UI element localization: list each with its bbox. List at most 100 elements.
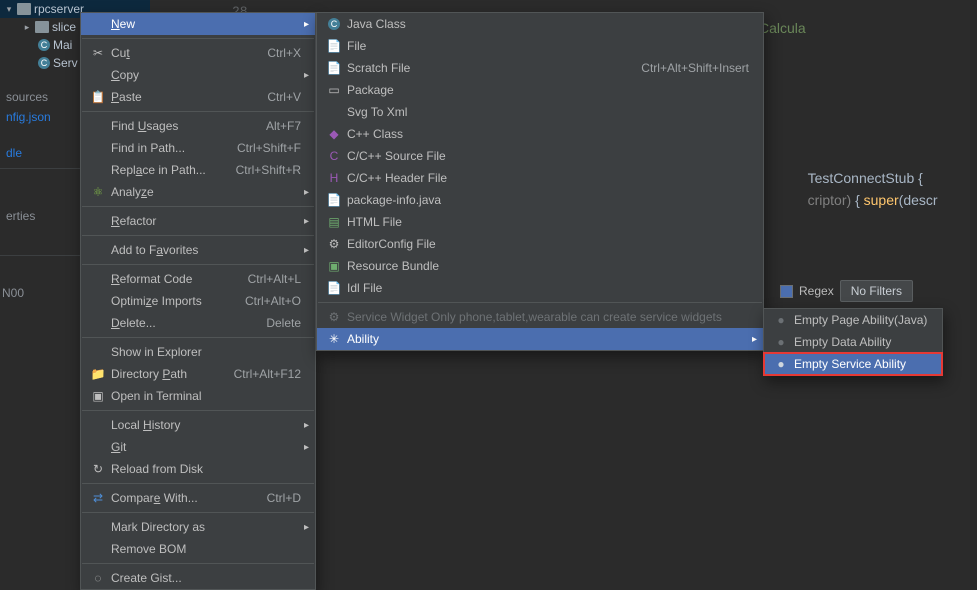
menu-local-history[interactable]: Local History ▸: [81, 414, 315, 436]
menu-label: New: [107, 17, 301, 31]
menu-label: Mark Directory as: [107, 520, 301, 534]
regex-checkbox[interactable]: [780, 285, 793, 298]
new-file[interactable]: 📄 File: [317, 35, 763, 57]
menu-analyze[interactable]: ⚛ Analyze ▸: [81, 181, 315, 203]
chevron-right-icon: ▸: [22, 22, 32, 33]
menu-label: Idl File: [343, 281, 749, 295]
submenu-arrow-icon: ▸: [304, 70, 309, 81]
menu-label: Optimize Imports: [107, 294, 225, 308]
shortcut: Ctrl+Shift+F: [217, 141, 301, 155]
menu-label: Reload from Disk: [107, 462, 301, 476]
menu-separator: [318, 302, 762, 303]
new-svg-to-xml[interactable]: Svg To Xml: [317, 101, 763, 123]
new-package[interactable]: ▭ Package: [317, 79, 763, 101]
submenu-arrow-icon: ▸: [304, 216, 309, 227]
menu-find-in-path[interactable]: Find in Path... Ctrl+Shift+F: [81, 137, 315, 159]
file-icon: 📄: [325, 193, 343, 207]
menu-compare-with[interactable]: ⇄ Compare With... Ctrl+D: [81, 487, 315, 509]
menu-label: Find Usages: [107, 119, 246, 133]
no-filters-button[interactable]: No Filters: [840, 280, 913, 302]
class-icon: C: [38, 39, 50, 51]
menu-label: Service Widget Only phone,tablet,wearabl…: [343, 310, 749, 324]
scratch-icon: 📄: [325, 61, 343, 75]
menu-label: Open in Terminal: [107, 389, 301, 403]
new-idl-file[interactable]: 📄 Idl File: [317, 277, 763, 299]
menu-delete[interactable]: Delete... Delete: [81, 312, 315, 334]
ability-page[interactable]: ● Empty Page Ability(Java): [764, 309, 942, 331]
submenu-arrow-icon: ▸: [304, 420, 309, 431]
menu-new[interactable]: New ▸: [81, 13, 315, 35]
menu-find-usages[interactable]: Find Usages Alt+F7: [81, 115, 315, 137]
gutter-link-config[interactable]: nfig.json: [0, 106, 80, 128]
menu-label: Remove BOM: [107, 542, 301, 556]
menu-label: Reformat Code: [107, 272, 228, 286]
menu-separator: [82, 264, 314, 265]
new-scratch-file[interactable]: 📄 Scratch File Ctrl+Alt+Shift+Insert: [317, 57, 763, 79]
menu-label: Empty Data Ability: [790, 335, 928, 349]
menu-separator: [82, 111, 314, 112]
menu-label: Package: [343, 83, 749, 97]
separator: [0, 168, 80, 169]
menu-label: HTML File: [343, 215, 749, 229]
menu-directory-path[interactable]: 📁 Directory Path Ctrl+Alt+F12: [81, 363, 315, 385]
menu-create-gist[interactable]: ◌ Create Gist...: [81, 567, 315, 589]
new-resource-bundle[interactable]: ▣ Resource Bundle: [317, 255, 763, 277]
gutter-link-dle[interactable]: dle: [0, 142, 80, 164]
folder-icon: [17, 3, 31, 15]
menu-paste[interactable]: 📋 Paste Ctrl+V: [81, 86, 315, 108]
gear-icon: ⚙: [325, 310, 343, 324]
menu-optimize-imports[interactable]: Optimize Imports Ctrl+Alt+O: [81, 290, 315, 312]
submenu-arrow-icon: ▸: [304, 245, 309, 256]
c-source-icon: C: [325, 149, 343, 163]
submenu-arrow-icon: ▸: [304, 522, 309, 533]
shortcut: Alt+F7: [246, 119, 301, 133]
folder-icon: 📁: [89, 367, 107, 381]
menu-reload-disk[interactable]: ↻ Reload from Disk: [81, 458, 315, 480]
new-html-file[interactable]: ▤ HTML File: [317, 211, 763, 233]
shortcut: Ctrl+Alt+O: [225, 294, 301, 308]
menu-mark-directory[interactable]: Mark Directory as ▸: [81, 516, 315, 538]
new-java-class[interactable]: C Java Class: [317, 13, 763, 35]
shortcut: Ctrl+Alt+Shift+Insert: [621, 61, 749, 75]
menu-reformat-code[interactable]: Reformat Code Ctrl+Alt+L: [81, 268, 315, 290]
menu-separator: [82, 563, 314, 564]
menu-copy[interactable]: Copy ▸: [81, 64, 315, 86]
analyze-icon: ⚛: [89, 185, 107, 199]
shortcut: Ctrl+X: [247, 46, 301, 60]
menu-separator: [82, 337, 314, 338]
new-ability[interactable]: ✳ Ability ▸: [317, 328, 763, 350]
gutter-label: erties: [0, 207, 80, 225]
menu-label: Cut: [107, 46, 247, 60]
terminal-icon: ▣: [89, 389, 107, 403]
ability-data[interactable]: ● Empty Data Ability: [764, 331, 942, 353]
menu-cut[interactable]: ✂ Cut Ctrl+X: [81, 42, 315, 64]
menu-remove-bom[interactable]: Remove BOM: [81, 538, 315, 560]
class-icon: C: [325, 18, 343, 30]
menu-replace-in-path[interactable]: Replace in Path... Ctrl+Shift+R: [81, 159, 315, 181]
menu-add-favorites[interactable]: Add to Favorites ▸: [81, 239, 315, 261]
paste-icon: 📋: [89, 90, 107, 104]
new-c-source[interactable]: C C/C++ Source File: [317, 145, 763, 167]
file-icon: 📄: [325, 39, 343, 53]
menu-label: C/C++ Source File: [343, 149, 749, 163]
menu-separator: [82, 38, 314, 39]
new-package-info[interactable]: 📄 package-info.java: [317, 189, 763, 211]
regex-label: Regex: [799, 284, 834, 298]
ability-service[interactable]: ● Empty Service Ability: [764, 353, 942, 375]
new-c-header[interactable]: H C/C++ Header File: [317, 167, 763, 189]
menu-refactor[interactable]: Refactor ▸: [81, 210, 315, 232]
menu-label: Directory Path: [107, 367, 214, 381]
menu-label: Svg To Xml: [343, 105, 749, 119]
menu-open-terminal[interactable]: ▣ Open in Terminal: [81, 385, 315, 407]
shortcut: Ctrl+Alt+F12: [214, 367, 301, 381]
menu-git[interactable]: Git ▸: [81, 436, 315, 458]
menu-label: Local History: [107, 418, 301, 432]
menu-label: package-info.java: [343, 193, 749, 207]
menu-label: Analyze: [107, 185, 301, 199]
menu-show-explorer[interactable]: Show in Explorer: [81, 341, 315, 363]
new-cpp-class[interactable]: ◆ C++ Class: [317, 123, 763, 145]
gear-icon: ⚙: [325, 237, 343, 251]
menu-label: C/C++ Header File: [343, 171, 749, 185]
shortcut: Ctrl+V: [247, 90, 301, 104]
new-editorconfig[interactable]: ⚙ EditorConfig File: [317, 233, 763, 255]
